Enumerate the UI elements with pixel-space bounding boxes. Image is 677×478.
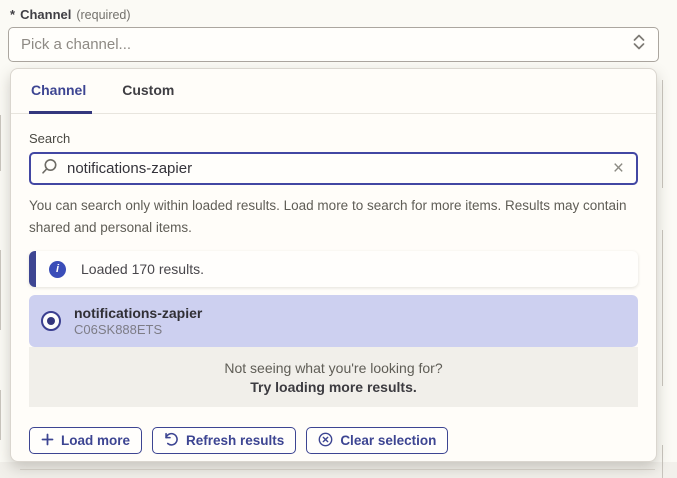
hint-question: Not seeing what you're looking for? bbox=[224, 360, 442, 376]
alert-text: Loaded 170 results. bbox=[81, 261, 204, 277]
tab-custom[interactable]: Custom bbox=[122, 82, 174, 113]
background-field-edge bbox=[0, 250, 1, 330]
load-more-button[interactable]: Load more bbox=[29, 427, 142, 454]
loaded-results-alert: i Loaded 170 results. bbox=[29, 251, 638, 287]
background-field-edge bbox=[662, 445, 663, 478]
result-name: notifications-zapier bbox=[74, 305, 202, 321]
radio-selected-icon[interactable] bbox=[41, 311, 61, 331]
search-help-text: You can search only within loaded result… bbox=[29, 195, 629, 239]
dropdown-actions: Load more Refresh results bbox=[29, 427, 638, 454]
refresh-icon bbox=[164, 432, 179, 450]
load-more-hint: Not seeing what you're looking for? Try … bbox=[29, 347, 638, 407]
search-icon bbox=[41, 158, 58, 180]
background-strip bbox=[0, 462, 677, 478]
field-label-text: Channel bbox=[20, 7, 71, 22]
background-field-edge bbox=[0, 390, 1, 440]
background-field-edge bbox=[662, 80, 663, 188]
channel-dropdown-panel: Channel Custom Search notifications-zapi… bbox=[10, 68, 657, 462]
select-expand-icon bbox=[632, 33, 646, 56]
result-id: C06SK888ETS bbox=[74, 322, 202, 337]
clear-selection-button[interactable]: Clear selection bbox=[306, 427, 448, 454]
required-marker: * bbox=[10, 7, 15, 22]
background-field-edge bbox=[662, 230, 663, 386]
refresh-results-button[interactable]: Refresh results bbox=[152, 427, 296, 454]
plus-icon bbox=[41, 433, 54, 449]
search-input[interactable]: notifications-zapier × bbox=[29, 152, 638, 185]
channel-field-label: * Channel (required) bbox=[10, 7, 131, 22]
search-value: notifications-zapier bbox=[67, 160, 602, 177]
dropdown-tabs: Channel Custom bbox=[11, 69, 656, 114]
result-item-notifications-zapier[interactable]: notifications-zapier C06SK888ETS bbox=[29, 295, 638, 347]
background-field-edge bbox=[0, 115, 1, 171]
info-icon: i bbox=[49, 261, 66, 278]
alert-accent-bar bbox=[29, 251, 36, 287]
background-field-edge bbox=[20, 469, 655, 470]
search-label: Search bbox=[29, 131, 638, 146]
hint-cta[interactable]: Try loading more results. bbox=[250, 379, 417, 395]
select-placeholder: Pick a channel... bbox=[21, 36, 632, 53]
tab-channel[interactable]: Channel bbox=[29, 82, 92, 114]
channel-select[interactable]: Pick a channel... bbox=[8, 27, 659, 62]
search-clear-icon[interactable]: × bbox=[611, 159, 626, 178]
clear-circle-icon bbox=[318, 432, 333, 450]
required-text: (required) bbox=[76, 8, 130, 22]
